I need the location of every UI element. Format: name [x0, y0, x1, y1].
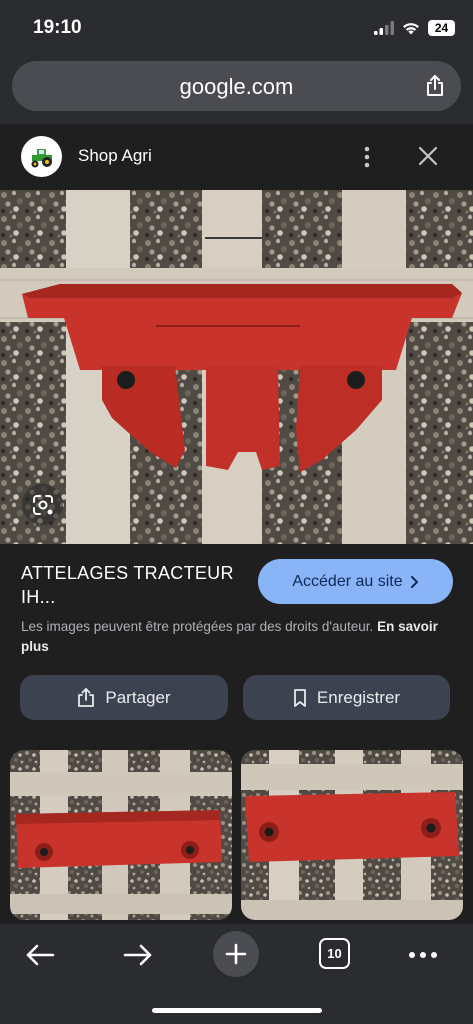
status-time: 19:10: [33, 17, 82, 38]
related-image-2[interactable]: [241, 750, 463, 920]
share-label: Partager: [105, 687, 171, 707]
url-text[interactable]: google.com: [12, 74, 461, 100]
more-vertical-icon[interactable]: [355, 144, 379, 170]
google-lens-icon: [32, 494, 53, 515]
tractor-logo[interactable]: [21, 136, 62, 177]
share-button[interactable]: Partager: [20, 675, 228, 720]
home-indicator[interactable]: [152, 1008, 322, 1013]
forward-button[interactable]: [116, 938, 160, 972]
copyright-notice: Les images peuvent être protégées par de…: [21, 617, 451, 657]
tractor-part-photo: [0, 190, 473, 544]
new-tab-button[interactable]: [213, 931, 259, 977]
battery-indicator: 24: [428, 20, 455, 36]
status-icons: 24: [374, 20, 455, 36]
visit-site-button[interactable]: Accéder au site: [258, 559, 453, 604]
status-bar: 19:10 24: [0, 0, 473, 58]
close-icon[interactable]: [417, 145, 439, 167]
result-image[interactable]: [0, 190, 473, 544]
result-info-panel: ATTELAGES TRACTEUR IH... Accéder au site…: [0, 544, 473, 924]
url-bar: google.com: [0, 58, 473, 124]
thumbnail-photo: [10, 750, 232, 920]
share-icon: [78, 687, 95, 707]
signal-icon: [374, 21, 394, 35]
result-title[interactable]: ATTELAGES TRACTEUR IH...: [21, 561, 241, 609]
back-button[interactable]: [18, 938, 62, 972]
source-name[interactable]: Shop Agri: [78, 146, 152, 166]
visit-site-label: Accéder au site: [292, 572, 403, 590]
back-arrow-icon: [26, 944, 55, 966]
forward-arrow-icon: [123, 944, 152, 966]
more-horizontal-icon: [409, 952, 437, 958]
save-label: Enregistrer: [316, 687, 401, 707]
related-image-1[interactable]: [10, 750, 232, 920]
bottom-toolbar: 10: [0, 924, 473, 1024]
thumbnail-photo: [241, 750, 463, 920]
tractor-icon: [31, 148, 52, 167]
plus-icon: [225, 943, 247, 965]
copyright-text: Les images peuvent être protégées par de…: [21, 619, 374, 634]
wifi-icon: [403, 23, 419, 35]
save-button[interactable]: Enregistrer: [243, 675, 450, 720]
google-lens-button[interactable]: [22, 484, 63, 525]
tab-switcher-button[interactable]: 10: [319, 938, 350, 969]
more-menu-button[interactable]: [401, 938, 445, 972]
chevron-right-icon: [410, 575, 418, 588]
bookmark-icon: [294, 688, 306, 707]
source-header: Shop Agri: [0, 124, 473, 190]
address-pill[interactable]: google.com: [12, 61, 461, 111]
share-icon[interactable]: [423, 74, 447, 98]
